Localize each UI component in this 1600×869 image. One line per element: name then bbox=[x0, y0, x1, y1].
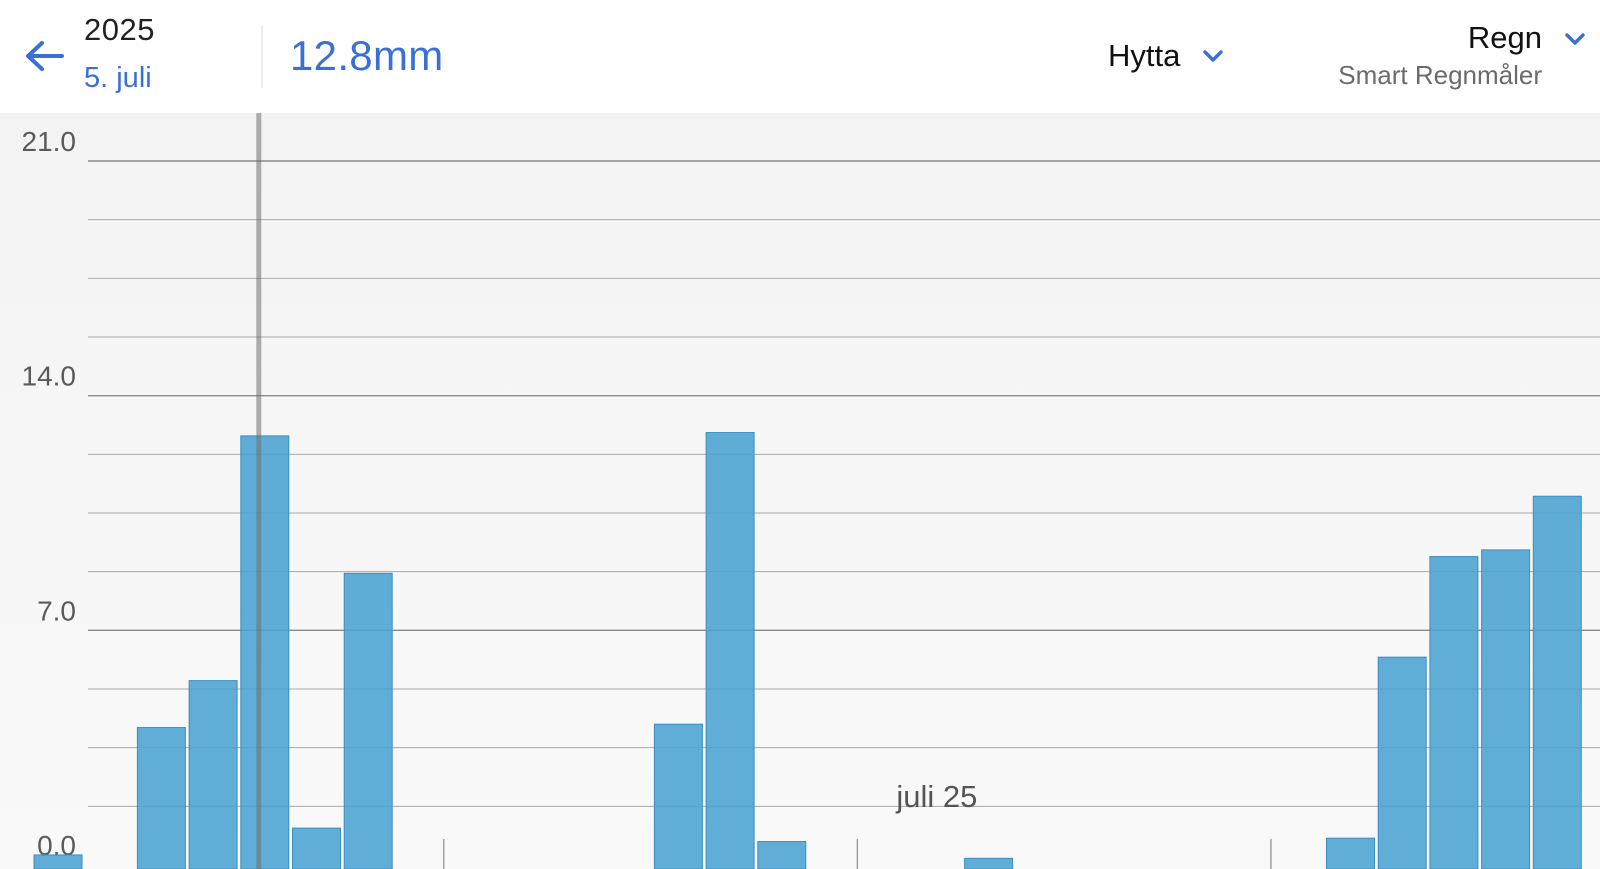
x-axis-label: juli 25 bbox=[895, 779, 977, 814]
rain-chart[interactable]: 0.0 7.0 14.0 21.0 juli 25 bbox=[0, 113, 1600, 869]
rain-bar[interactable] bbox=[1326, 837, 1375, 869]
rain-bar[interactable] bbox=[653, 723, 703, 869]
rain-bar[interactable] bbox=[705, 432, 755, 869]
date-day[interactable]: 5. juli bbox=[84, 62, 152, 95]
rain-bar[interactable] bbox=[240, 435, 290, 869]
back-button[interactable] bbox=[22, 36, 68, 76]
y-tick-label: 21.0 bbox=[22, 126, 77, 157]
rain-bar[interactable] bbox=[964, 857, 1014, 869]
rain-bar[interactable] bbox=[1377, 656, 1427, 869]
rain-bar[interactable] bbox=[136, 727, 186, 869]
rain-bar[interactable] bbox=[343, 572, 393, 869]
y-tick-label: 7.0 bbox=[37, 595, 76, 626]
location-dropdown[interactable]: Hytta bbox=[1108, 36, 1224, 76]
rain-bar[interactable] bbox=[1429, 556, 1479, 869]
rain-bar[interactable] bbox=[757, 841, 807, 869]
header-divider bbox=[261, 26, 263, 88]
location-label: Hytta bbox=[1108, 38, 1181, 73]
arrow-left-icon bbox=[26, 41, 64, 71]
rain-bar-chart[interactable]: 0.07.014.021.0juli 25 bbox=[0, 113, 1600, 869]
rain-bar[interactable] bbox=[1481, 549, 1531, 869]
sensor-dropdown[interactable]: Regn Smart Regnmåler bbox=[1338, 18, 1586, 92]
y-tick-label: 14.0 bbox=[22, 361, 77, 392]
rain-bar[interactable] bbox=[292, 827, 341, 869]
date-year: 2025 bbox=[84, 12, 155, 47]
rain-bar[interactable] bbox=[1532, 495, 1582, 869]
rain-bar[interactable] bbox=[33, 854, 83, 869]
chevron-down-icon bbox=[1565, 33, 1585, 45]
value-readout: 12.8mm bbox=[290, 32, 444, 79]
sensor-model: Smart Regnmåler bbox=[1338, 60, 1542, 90]
header-bar: 2025 5. juli 12.8mm Hytta Regn Smart Reg… bbox=[0, 0, 1600, 113]
chevron-down-icon bbox=[1203, 50, 1224, 62]
rain-bar[interactable] bbox=[188, 680, 238, 869]
sensor-name: Regn bbox=[1467, 20, 1542, 55]
